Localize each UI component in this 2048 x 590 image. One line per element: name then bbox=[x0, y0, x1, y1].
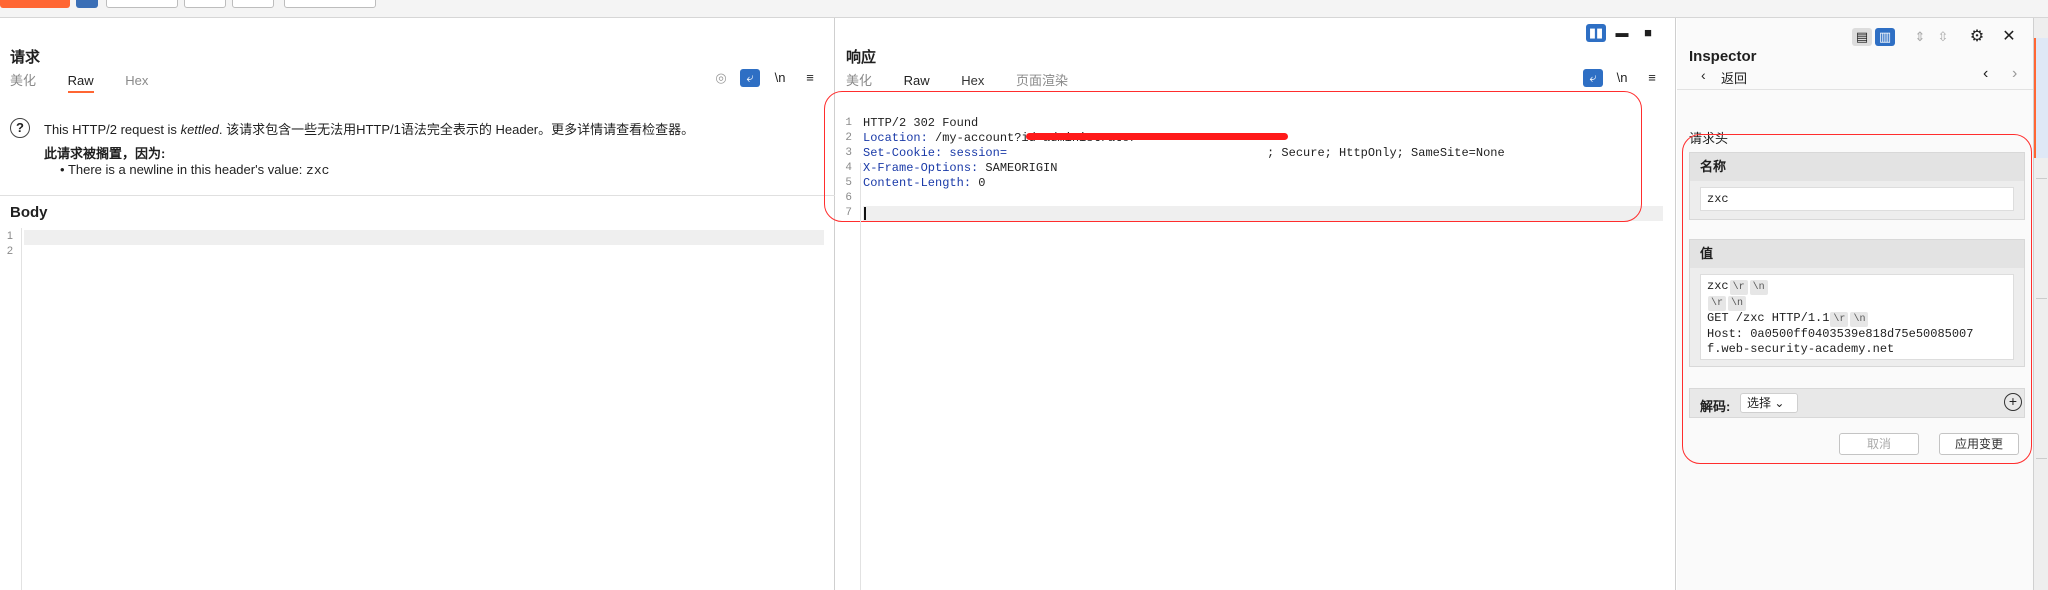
response-panel: ▮▮ ▬ ■ 响应 美化 Raw Hex 页面渲染 ⤶ \n ≡ 1 HTTP/… bbox=[824, 18, 1676, 590]
expand-icon[interactable]: ⇕ bbox=[1910, 28, 1930, 46]
request-title: 请求 bbox=[10, 49, 41, 66]
layout-single-icon[interactable]: ■ bbox=[1638, 24, 1658, 42]
request-tab-hex[interactable]: Hex bbox=[125, 73, 148, 91]
menu-icon[interactable]: ≡ bbox=[800, 69, 820, 87]
http2-warning: ? This HTTP/2 request is kettled. 该请求包含一… bbox=[0, 94, 835, 196]
response-menu-icon[interactable]: ≡ bbox=[1642, 69, 1662, 87]
layout-switcher: ▮▮ ▬ ■ bbox=[1586, 24, 1664, 42]
back-link[interactable]: 返回 bbox=[1721, 68, 1747, 87]
response-tab-hex[interactable]: Hex bbox=[961, 73, 984, 91]
request-editor-line[interactable] bbox=[24, 230, 824, 245]
response-tab-pretty[interactable]: 美化 bbox=[846, 70, 872, 92]
inspector-settings-icon[interactable]: ⚙ bbox=[1967, 28, 1987, 46]
request-tabs: 美化 Raw Hex bbox=[10, 70, 176, 93]
collapse-icon[interactable]: ⇳ bbox=[1933, 28, 1953, 46]
response-tabs: 美化 Raw Hex 页面渲染 bbox=[846, 70, 1096, 90]
layout-stack-icon[interactable]: ▬ bbox=[1612, 24, 1632, 42]
warning-blocked: 此请求被搁置，因为: bbox=[44, 146, 166, 161]
next-icon[interactable]: › bbox=[2012, 65, 2017, 83]
target-button[interactable] bbox=[284, 0, 376, 8]
warning-text: This HTTP/2 request is kettled. 该请求包含一些无… bbox=[44, 122, 695, 137]
inspector-nav: ‹ 返回 ‹ › bbox=[1677, 60, 2033, 90]
request-tab-pretty[interactable]: 美化 bbox=[10, 70, 36, 92]
request-panel: 请求 美化 Raw Hex ◎ ⤶ \n ≡ ? This HTTP/2 req… bbox=[0, 18, 835, 590]
hide-eye-icon[interactable]: ◎ bbox=[711, 69, 731, 87]
inspector-layout-active-icon[interactable]: ▥ bbox=[1875, 28, 1895, 46]
body-title: Body bbox=[10, 204, 48, 221]
prev-icon[interactable]: ‹ bbox=[1983, 65, 1988, 83]
response-gutter-border bbox=[860, 163, 861, 590]
side-tab-notes[interactable] bbox=[2036, 178, 2047, 258]
top-toolbar bbox=[0, 0, 2048, 18]
newline-toggle[interactable]: \n bbox=[770, 69, 790, 87]
side-tab-inspector[interactable] bbox=[2034, 38, 2048, 158]
layout-split-icon[interactable]: ▮▮ bbox=[1586, 24, 1606, 42]
side-tab-custom-actions[interactable] bbox=[2036, 458, 2047, 578]
response-newline-toggle[interactable]: \n bbox=[1612, 69, 1632, 87]
annotation-circle-response bbox=[824, 91, 1642, 222]
side-tab-explanations[interactable] bbox=[2036, 298, 2047, 418]
request-gutter: 1 2 bbox=[0, 228, 22, 590]
response-tab-render[interactable]: 页面渲染 bbox=[1016, 70, 1068, 92]
history-back-button[interactable] bbox=[184, 0, 226, 8]
wrap-toggle-icon[interactable]: ⤶ bbox=[740, 69, 760, 87]
side-tab-strip bbox=[2033, 18, 2048, 590]
response-title: 响应 bbox=[846, 49, 877, 66]
back-chevron-icon[interactable]: ‹ bbox=[1701, 67, 1706, 83]
annotation-circle-inspector bbox=[1682, 134, 2032, 464]
request-tab-raw[interactable]: Raw bbox=[67, 73, 94, 93]
history-forward-button[interactable] bbox=[232, 0, 274, 8]
inspector-panel: Inspector ▤ ▥ ⇕ ⇳ ⚙ ✕ ‹ 返回 ‹ › 请求头 名称 zx… bbox=[1677, 18, 2033, 590]
settings-button[interactable] bbox=[76, 0, 98, 8]
warning-bullet: • There is a newline in this header's va… bbox=[60, 162, 330, 178]
inspector-layout-icon[interactable]: ▤ bbox=[1852, 28, 1872, 46]
question-icon: ? bbox=[10, 118, 30, 138]
response-wrap-icon[interactable]: ⤶ bbox=[1583, 69, 1603, 87]
cancel-request-button[interactable] bbox=[106, 0, 178, 8]
close-icon[interactable]: ✕ bbox=[1999, 28, 2019, 46]
response-tab-raw[interactable]: Raw bbox=[904, 73, 930, 91]
send-button[interactable] bbox=[0, 0, 70, 8]
